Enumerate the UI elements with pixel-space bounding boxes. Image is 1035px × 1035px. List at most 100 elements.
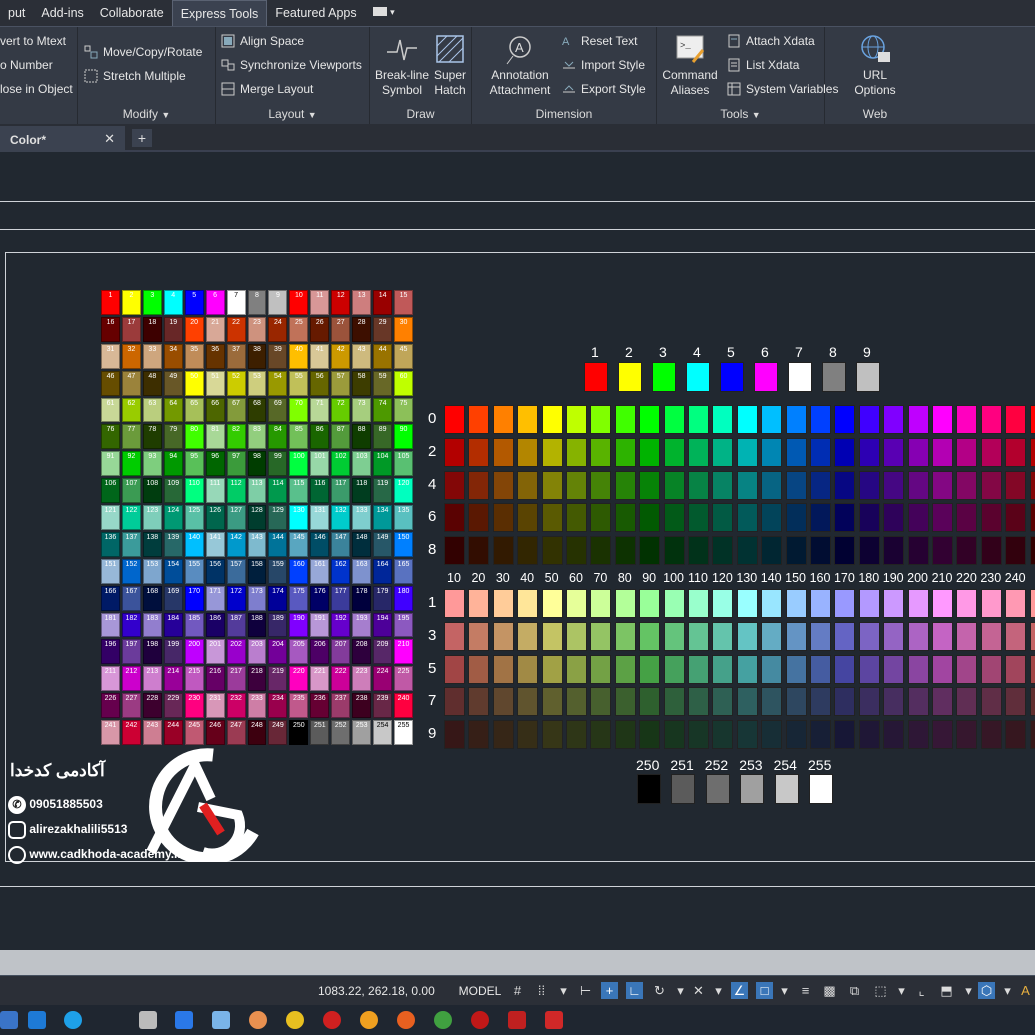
tab-output[interactable]: put [0,0,33,26]
chevron-down-icon[interactable]: ▾ [960,982,977,999]
mail-icon[interactable] [28,1011,46,1029]
gizmo-icon[interactable]: ⬡ [978,982,995,999]
hue-swatch [810,589,831,618]
chevron-down-icon: ▼ [751,110,761,120]
break-line-symbol-button[interactable]: Break-line Symbol [372,32,432,98]
export-style-icon [563,85,575,93]
stretch-multiple-button[interactable]: Stretch Multiple [84,69,186,83]
aci-grid-cell: 50 [184,370,204,396]
aci-grid-cell: 177 [331,585,351,611]
aci-grid-cell: 255 [394,720,413,745]
tab-express-tools[interactable]: Express Tools [171,0,268,26]
aci-grid-cell: 203 [247,639,267,665]
system-variables-button[interactable]: System Variables [727,82,838,96]
gray-shade-label: 255 [808,757,832,773]
new-tab-button[interactable]: + [132,129,152,147]
ortho-icon[interactable]: ∟ [626,982,643,999]
infer-constraints-icon[interactable]: ⊢ [577,982,594,999]
command-aliases-button[interactable]: >_ Command Aliases [659,32,721,98]
hue-swatch [810,536,831,566]
annotation-visibility-icon[interactable]: A [1017,982,1034,999]
layout-panel-title[interactable]: Layout ▼ [216,107,369,121]
whatsapp-icon: ✆ [8,796,26,814]
hue-swatch [639,687,661,717]
model-space-button[interactable]: MODEL [455,980,505,1002]
gray-shade-label: 251 [670,757,694,773]
command-line-area[interactable] [0,950,1035,975]
taskbar-app-icon[interactable] [0,1011,18,1029]
aci-grid-cell: 130 [289,505,309,530]
hue-swatch [444,720,465,750]
tab-collaborate[interactable]: Collaborate [92,0,172,26]
aci-grid-cell: 83 [247,424,267,450]
standard-color-label: 4 [693,344,701,360]
gray-shade-swatch [774,774,799,804]
chevron-down-icon[interactable]: ▾ [672,982,689,999]
isodraft-icon[interactable]: ✕ [690,982,707,999]
aci-grid-cell: 72 [331,397,351,423]
hue-swatch [810,654,831,684]
chevron-down-icon[interactable]: ▾ [555,982,572,999]
object-snap-tracking-icon[interactable]: ∠ [731,982,748,999]
convert-to-mtext-button[interactable]: vert to Mtext [0,34,66,48]
annotation-attachment-button[interactable]: A Annotation Attachment [480,32,560,98]
grid-icon[interactable]: # [509,982,526,999]
dynamic-ucs-icon[interactable]: ⌞ [913,982,930,999]
synchronize-viewports-button[interactable]: Synchronize Viewports [221,58,362,72]
tools-panel-title[interactable]: Tools ▼ [657,107,824,121]
modify-panel-title[interactable]: Modify ▼ [78,107,215,121]
app-icon[interactable] [471,1011,489,1029]
aci-grid-cell: 125 [184,505,204,530]
aci-grid-cell: 1 [101,290,120,315]
gray-shade-swatch [637,774,661,804]
polar-tracking-icon[interactable]: ↻ [651,982,668,999]
chevron-down-icon[interactable]: ▾ [710,982,727,999]
list-xdata-button[interactable]: List Xdata [727,58,799,72]
close-icon[interactable]: ✕ [104,131,115,147]
media-player-icon[interactable] [323,1011,341,1029]
aci-grid-cell: 208 [352,639,372,665]
aci-grid-cell: 205 [289,639,309,665]
app-icon[interactable] [360,1011,378,1029]
autocad-icon[interactable] [545,1011,563,1029]
selection-filter-icon[interactable]: ⬒ [938,982,955,999]
tab-color-drawing[interactable]: Color* ✕ [0,126,125,152]
arc-aligned-number-button[interactable]: o Number [0,58,53,72]
calculator-icon[interactable] [139,1011,157,1029]
chrome-icon[interactable] [286,1011,304,1029]
import-style-button[interactable]: Import Style [562,58,645,72]
skype-icon[interactable] [64,1011,82,1029]
chevron-down-icon[interactable]: ▾ [776,982,793,999]
aci-grid-cell: 209 [373,639,393,665]
selection-cycling-icon[interactable]: ⧉ [846,982,863,999]
chevron-down-icon[interactable]: ▾ [893,982,910,999]
hue-swatch [517,654,539,684]
dropbox-icon[interactable] [175,1011,193,1029]
enclose-in-object-button[interactable]: lose in Object [0,82,73,96]
snap-icon[interactable]: ⁞⁞ [533,982,550,999]
lineweight-icon[interactable]: ≡ [797,982,814,999]
align-space-button[interactable]: Align Space [221,34,304,48]
tab-add-ins[interactable]: Add-ins [33,0,91,26]
dynamic-input-icon[interactable]: + [601,982,618,999]
object-snap-icon[interactable]: □ [756,982,773,999]
aci-grid-cell: 235 [289,693,309,719]
url-options-button[interactable]: URL Options [845,32,905,98]
3d-object-snap-icon[interactable]: ⬚ [872,982,889,999]
tab-overflow-button[interactable]: ▾ [365,0,403,26]
chevron-down-icon[interactable]: ▾ [999,982,1016,999]
filezilla-icon[interactable] [508,1011,526,1029]
academy-logo [146,748,259,862]
export-style-button[interactable]: Export Style [562,82,646,96]
firefox-icon[interactable] [397,1011,415,1029]
merge-layout-button[interactable]: Merge Layout [221,82,313,96]
attach-xdata-button[interactable]: Attach Xdata [727,34,815,48]
chrome-icon[interactable] [434,1011,452,1029]
paint-icon[interactable] [249,1011,267,1029]
super-hatch-button[interactable]: Super Hatch [430,32,470,98]
transparency-icon[interactable]: ▩ [821,982,838,999]
reset-text-button[interactable]: A Reset Text [562,34,637,48]
remote-desktop-icon[interactable] [212,1011,230,1029]
tab-featured-apps[interactable]: Featured Apps [267,0,364,26]
move-copy-rotate-button[interactable]: Move/Copy/Rotate [84,45,202,59]
